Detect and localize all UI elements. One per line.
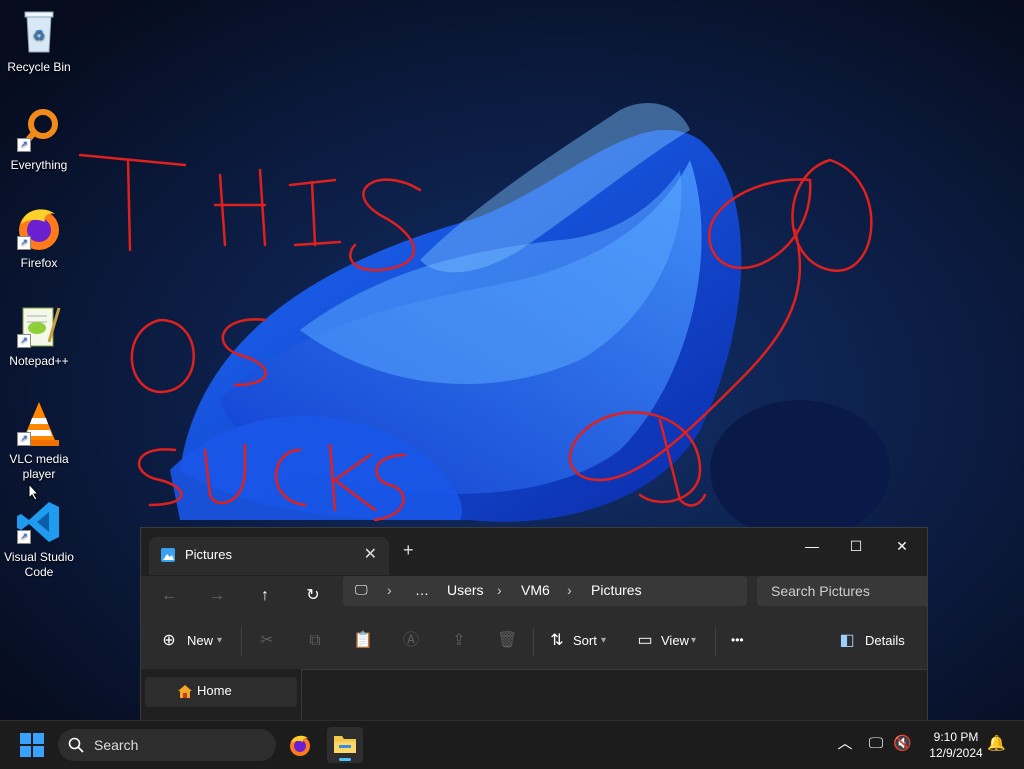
search-placeholder: Search Pictures	[771, 583, 870, 599]
divider	[715, 628, 716, 656]
share-icon[interactable]: ⇪	[449, 631, 469, 651]
breadcrumb-pictures[interactable]: Pictures	[591, 582, 642, 598]
new-button[interactable]: New	[187, 633, 213, 648]
sidebar-home-label: Home	[197, 683, 232, 698]
cut-icon[interactable]: ✂	[257, 631, 277, 651]
breadcrumb-users[interactable]: Users	[447, 582, 484, 598]
view-button[interactable]: View	[661, 633, 689, 648]
navigation-pane: Home	[141, 669, 302, 721]
clock-time: 9:10 PM	[933, 730, 979, 744]
taskbar-search-placeholder: Search	[94, 737, 139, 753]
desktop-icon-label: Notepad++	[9, 354, 69, 368]
desktop-icon-vlc[interactable]: ↗ VLC media player	[0, 400, 78, 482]
tab-pictures[interactable]: Pictures ✕	[149, 537, 389, 575]
details-button[interactable]: Details	[865, 633, 905, 648]
desktop-icon-label: Recycle Bin	[7, 60, 71, 74]
volume-muted-icon[interactable]: 🔇	[893, 735, 912, 753]
breadcrumb-vm6[interactable]: VM6	[521, 582, 550, 598]
desktop-icon-vscode[interactable]: ↗ Visual Studio Code	[0, 498, 78, 580]
chevron-down-icon: ▾	[691, 635, 697, 646]
home-icon	[178, 685, 192, 698]
more-options-button[interactable]: •••	[731, 633, 744, 647]
desktop-icon-label: VLC media player	[9, 452, 69, 481]
divider	[241, 628, 242, 656]
shortcut-arrow-icon: ↗	[17, 530, 31, 544]
chevron-right-icon: ›	[497, 582, 502, 598]
taskbar-file-explorer[interactable]	[327, 727, 363, 763]
address-bar[interactable]: 🖵 › … Users › VM6 › Pictures	[343, 576, 747, 606]
network-icon[interactable]: 🖵	[867, 735, 885, 753]
taskbar-search-box[interactable]: Search	[58, 729, 276, 761]
refresh-icon[interactable]: ↻	[301, 584, 325, 608]
search-icon	[68, 737, 84, 753]
desktop-icon-everything[interactable]: ↗ Everything	[0, 106, 78, 173]
rename-icon[interactable]: Ⓐ	[401, 631, 421, 651]
active-app-indicator	[339, 758, 351, 761]
everything-search-icon: ↗	[15, 106, 63, 154]
forward-arrow-icon[interactable]: →	[205, 584, 229, 608]
desktop-icon-label: Visual Studio Code	[4, 550, 74, 579]
system-clock[interactable]: 9:10 PM 12/9/2024	[918, 729, 994, 761]
up-arrow-icon[interactable]: ↑	[253, 584, 277, 608]
windows-start-icon[interactable]	[14, 731, 50, 759]
close-button[interactable]: ✕	[887, 534, 917, 558]
vlc-icon: ↗	[15, 400, 63, 448]
computer-icon: 🖵	[355, 582, 368, 597]
divider	[533, 628, 534, 656]
pictures-folder-icon	[161, 548, 175, 562]
chevron-down-icon: ▾	[601, 635, 607, 646]
vscode-icon: ↗	[15, 498, 63, 546]
firefox-icon	[290, 735, 310, 756]
shortcut-arrow-icon: ↗	[17, 432, 31, 446]
desktop-icon-notepad-plus-plus[interactable]: ↗ Notepad++	[0, 302, 78, 369]
clock-date: 12/9/2024	[929, 746, 983, 760]
shortcut-arrow-icon: ↗	[17, 236, 31, 250]
taskbar-firefox[interactable]	[282, 727, 318, 763]
notification-bell-icon[interactable]: 🔔	[987, 735, 1006, 753]
details-pane-icon: ◧	[839, 632, 855, 649]
copy-icon[interactable]: ⧉	[305, 631, 325, 651]
shortcut-arrow-icon: ↗	[17, 334, 31, 348]
desktop-icon-label: Firefox	[20, 256, 58, 270]
recycle-bin-icon: ♻	[15, 8, 63, 56]
sort-button[interactable]: Sort	[573, 633, 597, 648]
chevron-right-icon: ›	[387, 582, 392, 598]
firefox-icon: ↗	[15, 204, 63, 252]
tab-close-icon[interactable]: ✕	[364, 544, 377, 564]
view-icon: ▭	[637, 632, 653, 649]
desktop-icon-label: Everything	[10, 158, 68, 172]
title-bar: Pictures ✕ + — ☐ ✕	[141, 528, 927, 576]
search-pictures-input[interactable]: Search Pictures	[757, 576, 927, 606]
shortcut-arrow-icon: ↗	[17, 138, 31, 152]
sort-icon: ⇅	[550, 632, 564, 649]
delete-icon[interactable]: 🗑	[497, 631, 517, 651]
chevron-down-icon: ▾	[217, 635, 223, 646]
tab-title: Pictures	[185, 547, 232, 562]
svg-text:♻: ♻	[33, 27, 46, 43]
back-arrow-icon[interactable]: ←	[157, 584, 181, 608]
new-plus-icon: ⊕	[162, 632, 176, 649]
new-tab-button[interactable]: +	[403, 540, 414, 561]
folder-icon	[334, 736, 356, 753]
maximize-button[interactable]: ☐	[841, 534, 871, 558]
taskbar: Search ︿ 🖵 🔇 9:10 PM 12/9/2024 🔔	[0, 720, 1024, 769]
paste-icon[interactable]: 📋	[353, 631, 373, 651]
file-explorer-window: Pictures ✕ + — ☐ ✕ ← → ↑ ↻ 🖵 › … Users ›…	[140, 527, 928, 722]
desktop-icon-firefox[interactable]: ↗ Firefox	[0, 204, 78, 271]
chevron-up-icon[interactable]: ︿	[836, 735, 854, 753]
address-row: ← → ↑ ↻ 🖵 › … Users › VM6 › Pictures Sea…	[141, 576, 927, 616]
chevron-right-icon: ›	[567, 582, 572, 598]
notepad-plus-plus-icon: ↗	[15, 302, 63, 350]
breadcrumb-ellipsis[interactable]: …	[415, 582, 429, 598]
sidebar-item-home[interactable]: Home	[145, 677, 297, 707]
desktop-icon-recycle-bin[interactable]: ♻ Recycle Bin	[0, 8, 78, 75]
command-bar: ⊕ New ▾ ✂ ⧉ 📋 Ⓐ ⇪ 🗑 ⇅ Sort ▾ ▭ View ▾ ••…	[141, 616, 927, 670]
minimize-button[interactable]: —	[797, 534, 827, 558]
mouse-cursor-icon	[28, 483, 40, 501]
